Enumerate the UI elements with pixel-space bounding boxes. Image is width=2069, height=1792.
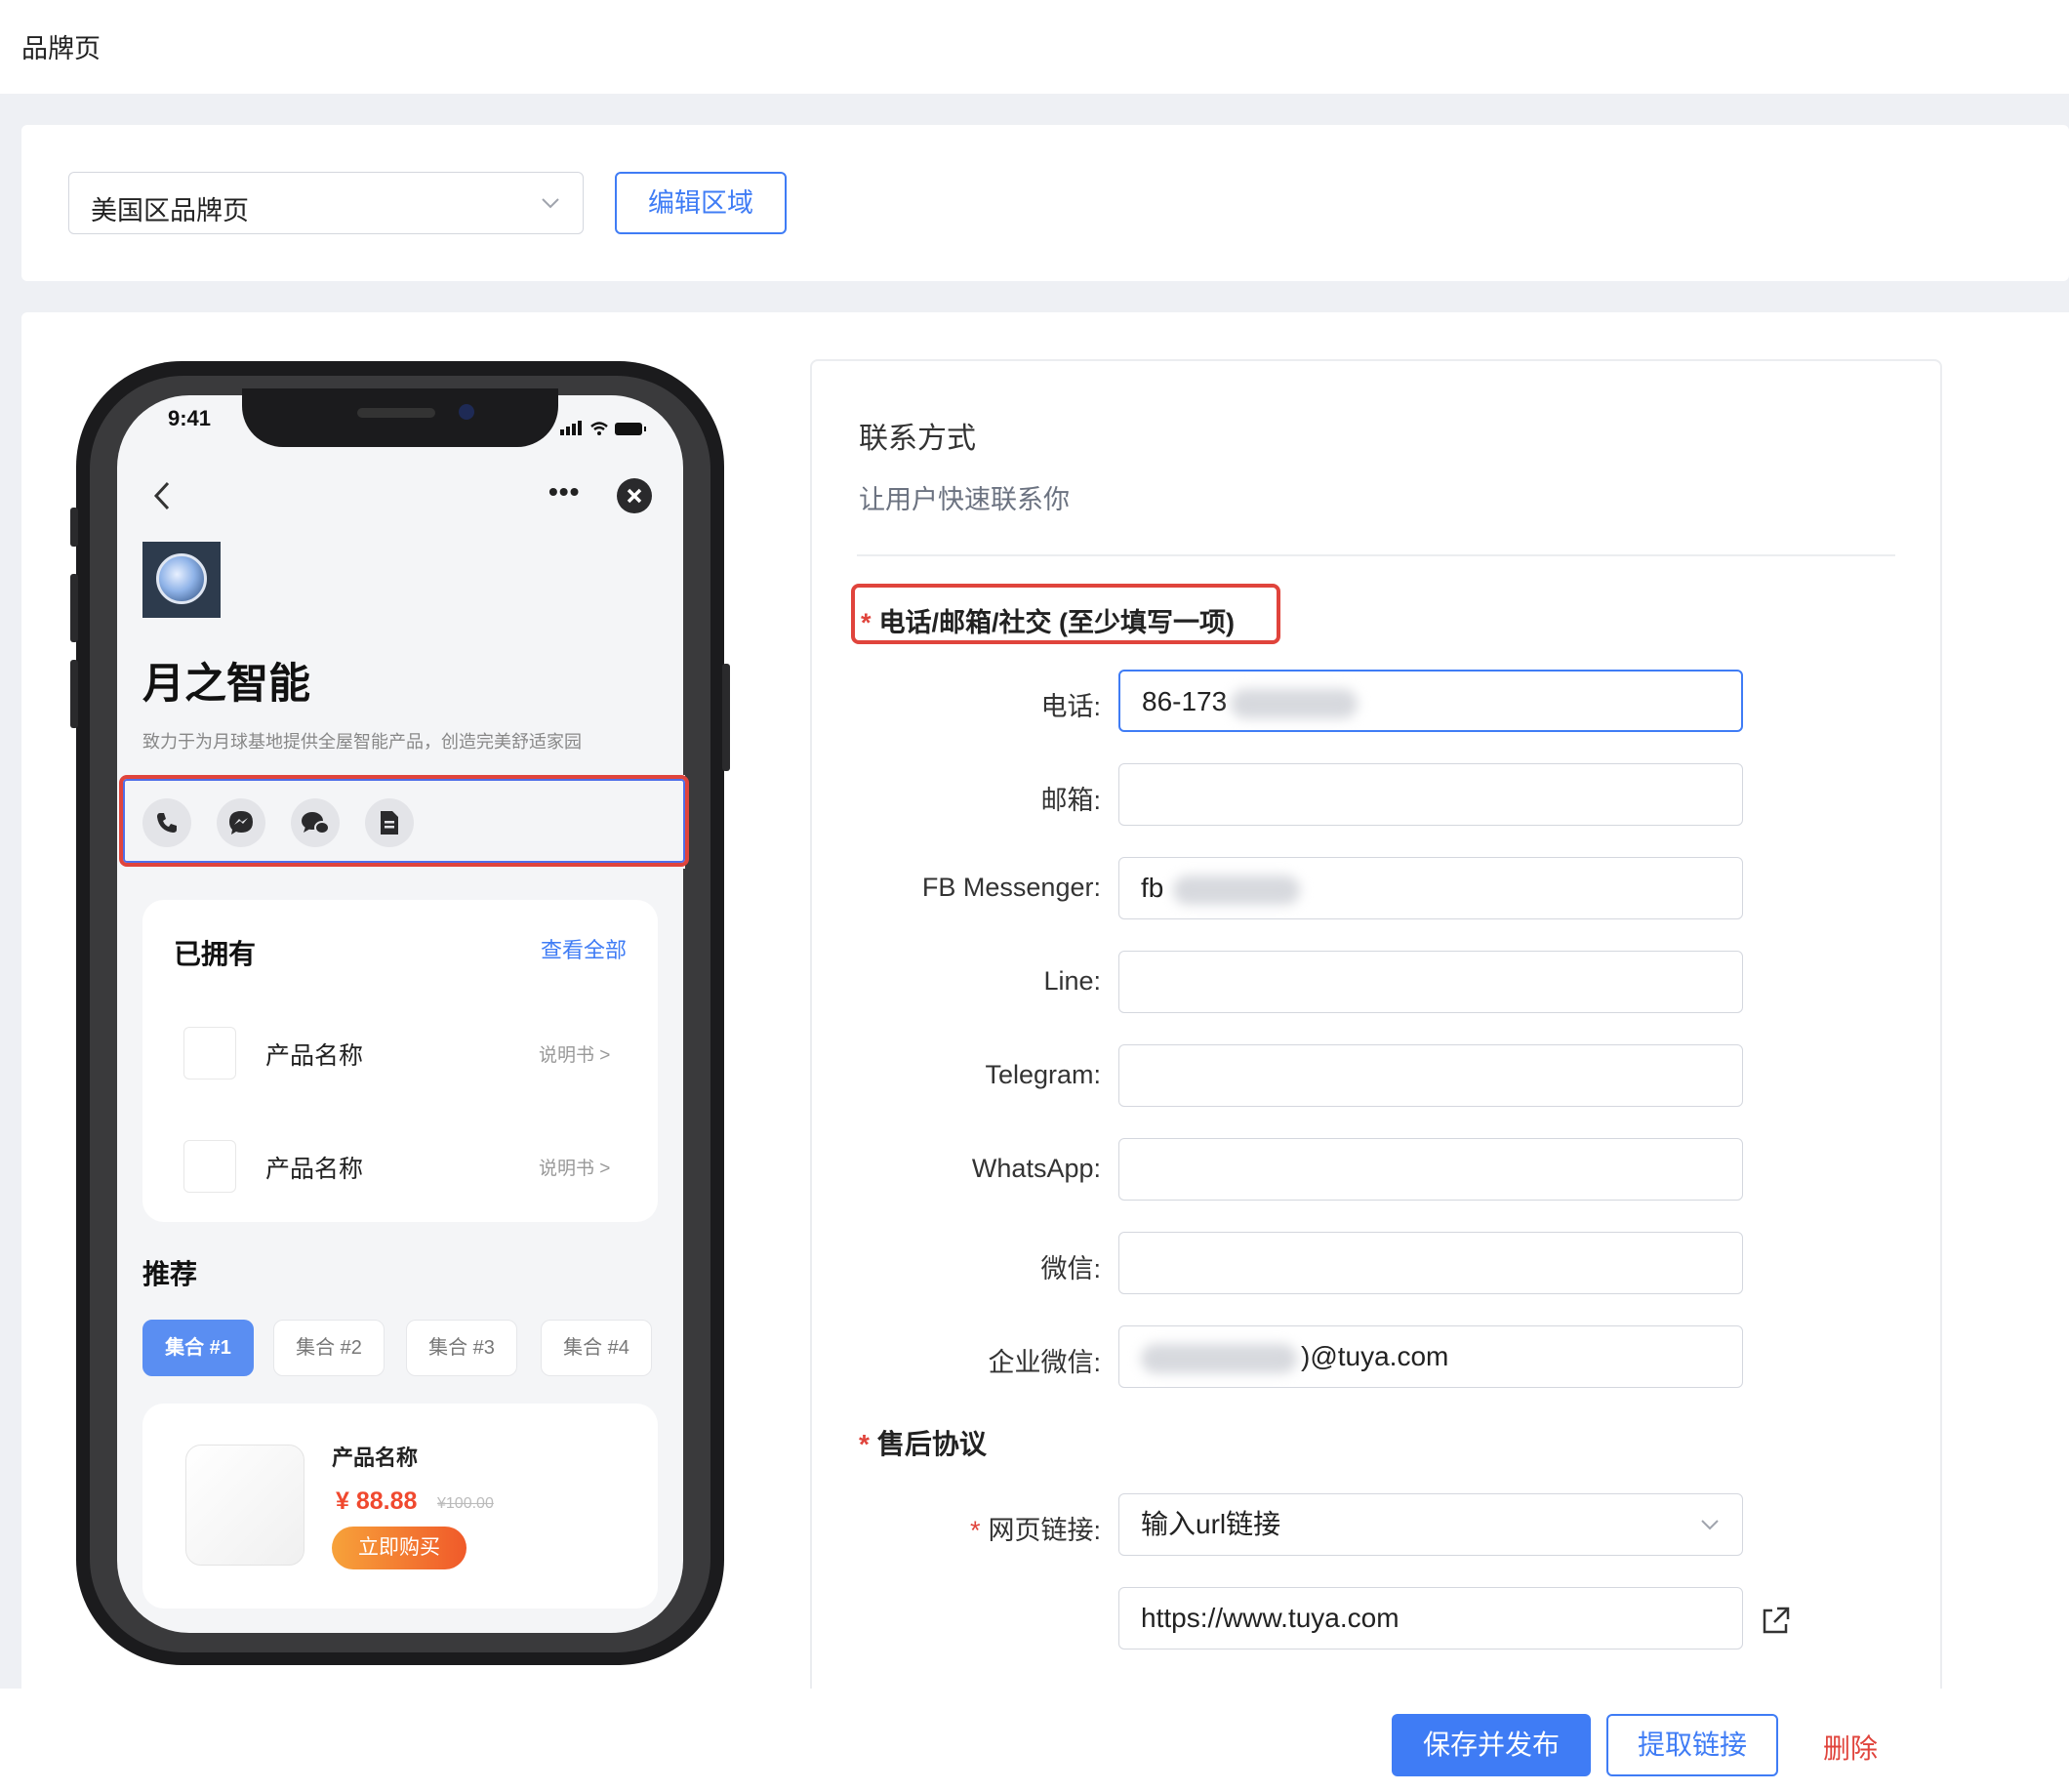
get-link-button[interactable]: 提取链接 (1606, 1714, 1778, 1776)
contact-form-card (810, 359, 1942, 1690)
line-label: Line: (1043, 966, 1101, 996)
chevron-right-icon: > (599, 1045, 611, 1066)
whatsapp-input[interactable] (1118, 1138, 1743, 1201)
work-wechat-label: 企业微信: (988, 1348, 1101, 1377)
after-sale-title: * 售后协议 (859, 1429, 987, 1459)
delete-button[interactable]: 删除 (1823, 1728, 1878, 1767)
wechat-label: 微信: (1040, 1254, 1101, 1283)
back-arrow-icon[interactable] (152, 480, 172, 511)
owned-product-name[interactable]: 产品名称 (265, 1150, 363, 1185)
manual-link[interactable]: 说明书 > (539, 1154, 610, 1180)
top-bar (0, 0, 2069, 94)
tab-collection-2[interactable]: 集合 #2 (273, 1320, 385, 1376)
email-input[interactable] (1118, 763, 1743, 826)
external-link-icon[interactable] (1759, 1605, 1792, 1638)
fb-messenger-input[interactable]: fb (1118, 857, 1743, 919)
recommend-product-image (185, 1445, 304, 1566)
redacted-text (1173, 875, 1301, 905)
region-select-value: 美国区品牌页 (91, 196, 249, 225)
required-mark: * (861, 608, 872, 637)
recommend-product-name: 产品名称 (332, 1446, 419, 1470)
phone-side-button (722, 664, 730, 771)
email-label: 邮箱: (1040, 786, 1101, 815)
save-publish-button[interactable]: 保存并发布 (1392, 1714, 1591, 1776)
telegram-label: Telegram: (985, 1060, 1101, 1089)
contact-icons-highlight (119, 775, 689, 867)
url-label: * 网页链接: (969, 1516, 1101, 1545)
redacted-text (1141, 1343, 1297, 1373)
telegram-input[interactable] (1118, 1044, 1743, 1107)
brand-logo (142, 542, 221, 618)
phone-label: 电话: (1040, 692, 1101, 721)
fb-messenger-label: FB Messenger: (921, 873, 1101, 902)
more-icon[interactable]: ••• (548, 478, 580, 506)
phone-notch (242, 388, 558, 447)
tab-collection-1[interactable]: 集合 #1 (142, 1320, 254, 1376)
recommend-title: 推荐 (142, 1259, 198, 1289)
chevron-down-icon (542, 198, 559, 209)
product-thumbnail (183, 1140, 236, 1193)
product-thumbnail (183, 1027, 236, 1079)
brand-description: 致力于为月球基地提供全屋智能产品，创造完美舒适家园 (142, 732, 582, 752)
owned-product-name[interactable]: 产品名称 (265, 1037, 363, 1072)
phone-side-button (70, 574, 78, 642)
tab-collection-3[interactable]: 集合 #3 (406, 1320, 517, 1376)
section-title: 联系方式 (859, 423, 976, 455)
manual-link[interactable]: 说明书 > (539, 1040, 610, 1067)
line-input[interactable] (1118, 951, 1743, 1013)
owned-title: 已拥有 (174, 939, 257, 969)
wechat-input[interactable] (1118, 1232, 1743, 1294)
product-old-price: ¥100.00 (437, 1495, 494, 1512)
chevron-right-icon: > (599, 1159, 611, 1179)
required-mark: * (969, 1516, 981, 1545)
region-select[interactable]: 美国区品牌页 (68, 172, 584, 234)
section-subtitle: 让用户快速联系你 (859, 485, 1070, 514)
phone-side-button (70, 660, 78, 728)
work-wechat-input[interactable]: )@tuya.com (1118, 1325, 1743, 1388)
url-type-select[interactable]: 输入url链接 (1118, 1493, 1743, 1556)
required-mark: * (859, 1429, 870, 1459)
buy-now-button[interactable]: 立即购买 (332, 1527, 467, 1569)
close-icon[interactable] (617, 478, 652, 513)
status-icons (560, 421, 646, 435)
tab-collection-4[interactable]: 集合 #4 (541, 1320, 652, 1376)
brand-name: 月之智能 (142, 661, 310, 708)
page-title: 品牌页 (21, 34, 101, 63)
edit-region-button[interactable]: 编辑区域 (615, 172, 787, 234)
url-type-value: 输入url链接 (1141, 1509, 1281, 1539)
url-input[interactable]: https://www.tuya.com (1118, 1587, 1743, 1649)
phone-side-button (70, 508, 78, 547)
chevron-down-icon (1701, 1520, 1719, 1530)
whatsapp-label: WhatsApp: (971, 1154, 1101, 1183)
status-time: 9:41 (168, 406, 212, 430)
product-price: ¥ 88.88 (336, 1487, 418, 1515)
redacted-text (1231, 688, 1359, 718)
phone-input[interactable]: 86-173 (1118, 670, 1743, 732)
contact-group-label: * 电话/邮箱/社交 (至少填写一项) (861, 608, 1236, 637)
view-all-link[interactable]: 查看全部 (541, 933, 627, 964)
divider (857, 554, 1895, 556)
